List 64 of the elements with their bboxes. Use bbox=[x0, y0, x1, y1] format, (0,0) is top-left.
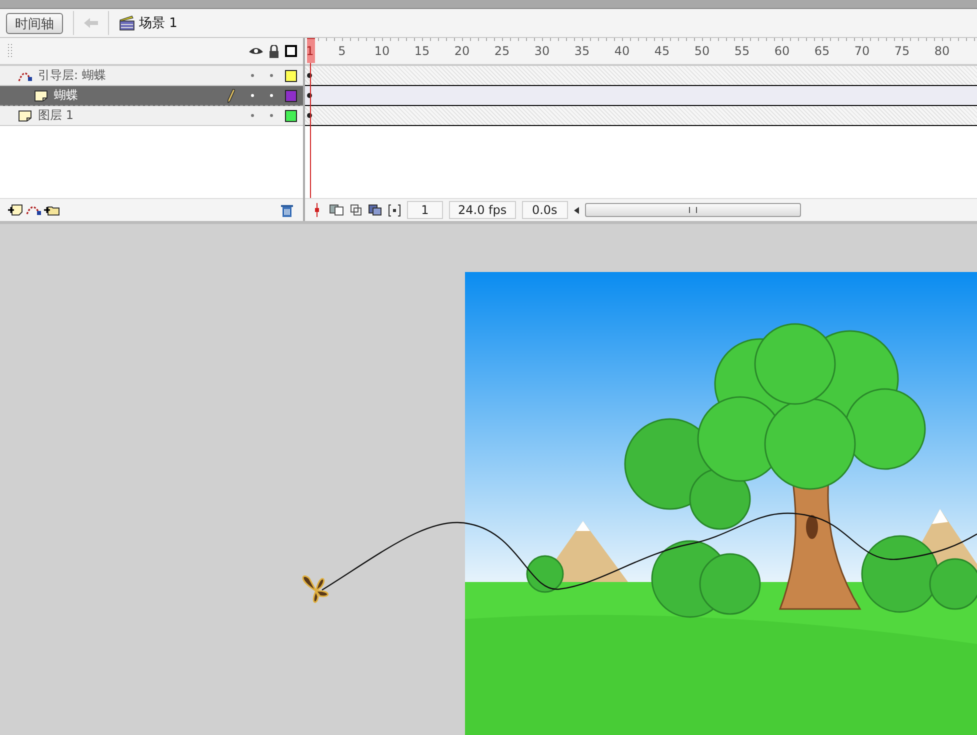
playhead[interactable] bbox=[307, 38, 315, 199]
frame-number: 35 bbox=[573, 44, 591, 58]
add-guide-layer-icon[interactable] bbox=[26, 204, 42, 216]
layer-row[interactable]: 图层 1 bbox=[0, 106, 303, 126]
lock-dot[interactable] bbox=[270, 94, 273, 97]
outline-color-swatch[interactable] bbox=[285, 70, 297, 82]
frame-rate-field[interactable]: 24.0 fps bbox=[449, 201, 516, 219]
pencil-icon bbox=[227, 88, 235, 102]
layer-name: 蝴蝶 bbox=[54, 87, 78, 104]
butterfly-drawing[interactable] bbox=[302, 575, 328, 603]
edit-multiple-frames-icon[interactable] bbox=[368, 204, 382, 216]
add-folder-icon[interactable] bbox=[44, 204, 60, 216]
frame-number: 60 bbox=[773, 44, 791, 58]
frame-number: 30 bbox=[533, 44, 551, 58]
scroll-left-arrow-icon[interactable] bbox=[574, 206, 579, 214]
visibility-dot[interactable] bbox=[251, 74, 254, 77]
outline-square-icon[interactable] bbox=[285, 45, 297, 57]
frame-ruler[interactable]: 1 5 10 15 20 25 30 35 40 45 50 55 60 65 70 75 80 bbox=[305, 38, 977, 66]
frame-number: 75 bbox=[893, 44, 911, 58]
guide-layer-icon bbox=[18, 70, 32, 82]
layer-row[interactable]: 蝴蝶 bbox=[0, 86, 303, 106]
trash-icon[interactable] bbox=[281, 204, 293, 216]
frame-number: 40 bbox=[613, 44, 631, 58]
frame-track[interactable] bbox=[305, 66, 977, 86]
frame-number: 10 bbox=[373, 44, 391, 58]
horizontal-scrollbar[interactable] bbox=[574, 203, 801, 217]
timeline-button[interactable]: 时间轴 bbox=[6, 12, 63, 34]
frame-number: 25 bbox=[493, 44, 511, 58]
lock-icon[interactable] bbox=[269, 44, 279, 58]
keyframe-dot[interactable] bbox=[307, 73, 312, 78]
layer-name: 引导层: 蝴蝶 bbox=[38, 67, 106, 84]
frame-number: 45 bbox=[653, 44, 671, 58]
eye-icon[interactable] bbox=[249, 46, 263, 56]
frame-number: 15 bbox=[413, 44, 431, 58]
frame-number: 65 bbox=[813, 44, 831, 58]
frame-track[interactable] bbox=[305, 106, 977, 126]
elapsed-time-field[interactable]: 0.0s bbox=[522, 201, 568, 219]
layer-icon bbox=[34, 90, 48, 102]
onion-outline-icon[interactable] bbox=[350, 204, 362, 216]
frame-track[interactable] bbox=[305, 86, 977, 106]
frame-number: 50 bbox=[693, 44, 711, 58]
visibility-dot[interactable] bbox=[251, 114, 254, 117]
lock-dot[interactable] bbox=[270, 114, 273, 117]
outline-color-swatch[interactable] bbox=[285, 110, 297, 122]
frame-number: 70 bbox=[853, 44, 871, 58]
visibility-dot[interactable] bbox=[251, 94, 254, 97]
add-layer-icon[interactable] bbox=[8, 204, 24, 216]
frame-number: 80 bbox=[933, 44, 951, 58]
layer-row[interactable]: 引导层: 蝴蝶 bbox=[0, 66, 303, 86]
frame-number: 20 bbox=[453, 44, 471, 58]
layer-icon bbox=[18, 110, 32, 122]
keyframe-dot[interactable] bbox=[307, 113, 312, 118]
keyframe-dot[interactable] bbox=[307, 93, 312, 98]
outline-color-swatch[interactable] bbox=[285, 90, 297, 102]
frame-number: 1 bbox=[305, 44, 315, 58]
layer-name: 图层 1 bbox=[38, 107, 74, 124]
onion-skin-icon[interactable] bbox=[329, 204, 344, 216]
onion-markers-icon[interactable] bbox=[388, 204, 401, 216]
lock-dot[interactable] bbox=[270, 74, 273, 77]
scene-label[interactable]: 场景 1 bbox=[139, 14, 178, 32]
current-frame-field[interactable]: 1 bbox=[407, 201, 443, 219]
frame-number: 5 bbox=[337, 44, 347, 58]
frame-number: 55 bbox=[733, 44, 751, 58]
clapperboard-icon bbox=[119, 15, 135, 31]
